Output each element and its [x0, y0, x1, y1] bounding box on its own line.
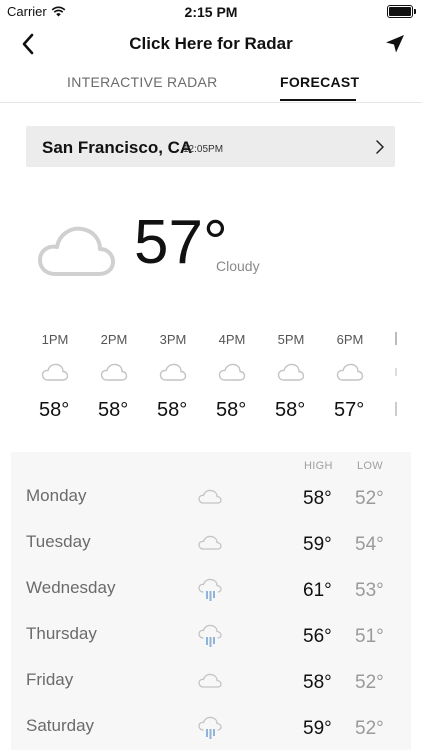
page-title[interactable]: Click Here for Radar [0, 34, 422, 54]
location-button[interactable] [380, 30, 410, 58]
hour-label: 2PM [100, 332, 128, 347]
hour-temperature: 58° [39, 399, 70, 421]
tab-interactive-radar[interactable]: INTERACTIVE RADAR [67, 74, 218, 90]
day-row[interactable]: Thursday 56° 51° [11, 590, 411, 647]
nav-bar: Click Here for Radar [0, 26, 422, 62]
partial-hour-marker [395, 332, 403, 345]
cloud-icon [41, 363, 69, 381]
cloud-icon [159, 363, 187, 381]
location-city: San Francisco, CA [42, 138, 193, 157]
partial-cloud-marker [395, 368, 400, 376]
hour-temperature: 57° [334, 399, 365, 421]
current-condition: Cloudy [216, 258, 260, 274]
day-row[interactable]: Tuesday 59° 54° [11, 498, 411, 555]
battery-icon [387, 5, 416, 18]
cloud-icon [218, 363, 246, 381]
day-name: Saturday [26, 716, 95, 735]
day-row[interactable]: Monday 58° 52° [11, 452, 411, 509]
day-low-temp: 52° [355, 718, 384, 739]
status-time: 2:15 PM [184, 4, 238, 20]
current-temperature: 57° [134, 208, 228, 277]
day-row[interactable]: Saturday 59° 52° [11, 682, 411, 739]
partial-temp-marker [395, 402, 400, 416]
cloud-icon [336, 363, 364, 381]
chevron-left-icon [22, 33, 34, 55]
tab-bar: INTERACTIVE RADAR FORECAST [0, 66, 422, 103]
hour-temperature: 58° [275, 399, 306, 421]
day-high-temp: 59° [303, 718, 332, 739]
location-arrow-icon [386, 35, 404, 53]
hour-label: 3PM [159, 332, 187, 347]
hourly-forecast[interactable]: 1PM 58° 2PM 58° 3PM 58° 4PM 58° 5PM 58° … [0, 330, 422, 430]
rain-cloud-icon [198, 716, 222, 739]
cloud-icon [277, 363, 305, 381]
day-row[interactable]: Wednesday 61° 53° [11, 544, 411, 601]
hour-label: 4PM [218, 332, 246, 347]
day-row[interactable]: Friday 58° 52° [11, 636, 411, 693]
hour-label: 6PM [336, 332, 364, 347]
cloud-icon [38, 226, 115, 276]
hour-temperature: 58° [157, 399, 188, 421]
hour-temperature: 58° [216, 399, 247, 421]
cloud-icon [100, 363, 128, 381]
location-updated-time: 12:05PM [183, 144, 224, 155]
hour-label: 5PM [277, 332, 305, 347]
status-bar: Carrier 2:15 PM [0, 0, 422, 24]
tab-forecast[interactable]: FORECAST [280, 74, 359, 90]
chevron-right-icon [376, 140, 384, 154]
hour-label: 1PM [41, 332, 69, 347]
back-button[interactable] [14, 30, 42, 58]
daily-forecast: HIGH LOW Monday 58° 52° Tuesday 59° 54° … [11, 452, 411, 750]
hour-temperature: 58° [98, 399, 129, 421]
active-tab-indicator [280, 99, 356, 101]
location-selector[interactable]: San Francisco, CA 12:05PM [26, 126, 395, 167]
